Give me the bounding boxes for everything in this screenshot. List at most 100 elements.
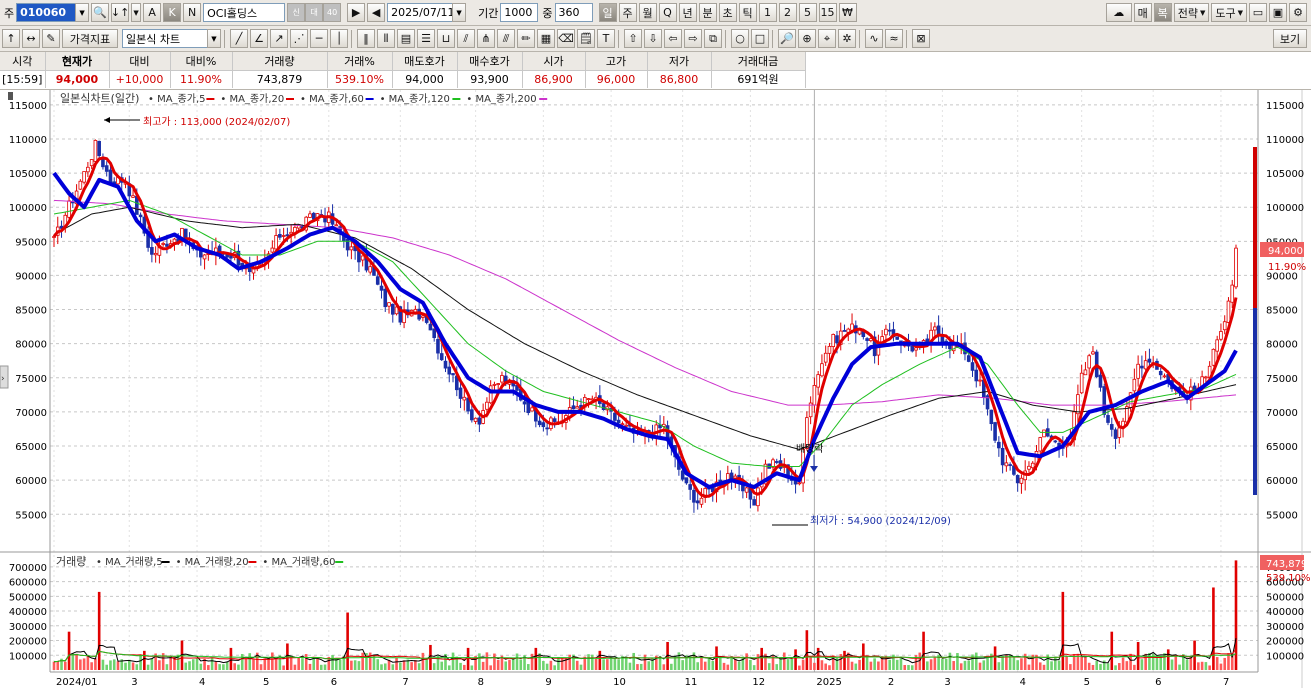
- note-icon: 🗒: [579, 32, 593, 45]
- stock-code-input[interactable]: 010060: [16, 3, 77, 22]
- move-up-button[interactable]: ↑: [2, 29, 20, 48]
- candle-body: [1091, 351, 1095, 355]
- vertical-line-tool[interactable]: │: [330, 29, 348, 48]
- volume-chart-title: 거래량: [56, 555, 86, 568]
- zoom-k-button[interactable]: K: [163, 3, 182, 22]
- tools-button[interactable]: 도구 ▼: [1211, 3, 1247, 22]
- gann-tool[interactable]: ‖: [357, 29, 375, 48]
- next-button[interactable]: ▶: [347, 3, 366, 22]
- date-input[interactable]: 2025/07/11: [387, 3, 455, 22]
- copy-tool[interactable]: ⧉: [704, 29, 722, 48]
- volume-bar: [282, 665, 285, 670]
- interval-15-button[interactable]: 15: [818, 3, 837, 22]
- prev-button[interactable]: ◀: [367, 3, 386, 22]
- strategy-button[interactable]: 전략 ▼: [1173, 3, 1210, 22]
- date-dropdown-button[interactable]: ▼: [452, 3, 467, 22]
- code-dropdown-button[interactable]: ▼: [75, 3, 90, 22]
- period-quarter-button[interactable]: Q: [658, 3, 677, 22]
- candle-body: [1109, 424, 1114, 430]
- x-tick-label: 9: [545, 677, 551, 688]
- period-tick-button[interactable]: 틱: [738, 3, 757, 22]
- volume-bar: [1159, 656, 1163, 670]
- elliott-tool[interactable]: ≈: [885, 29, 903, 48]
- delete-drawings-button[interactable]: ⊠: [912, 29, 930, 48]
- price-index-button[interactable]: 가격지표: [62, 29, 118, 48]
- volume-bar: [624, 656, 628, 670]
- zoom-n-button[interactable]: N: [183, 3, 202, 22]
- crosshair-tool[interactable]: ⌖: [818, 29, 836, 48]
- view-button[interactable]: 보기: [1273, 29, 1307, 48]
- trend-line-tool[interactable]: ╱: [230, 29, 248, 48]
- chart-type-dropdown-button[interactable]: ▼: [207, 29, 221, 48]
- zoom-tool[interactable]: 🔎: [778, 29, 796, 48]
- move-horizontal-button[interactable]: ↔: [22, 29, 40, 48]
- volume-bar: [568, 654, 572, 670]
- folder-button[interactable]: ▭: [1249, 3, 1267, 22]
- legend-entry: • MA_종가,200: [466, 93, 536, 105]
- pencil-tool[interactable]: ✏: [517, 29, 535, 48]
- fan-tool[interactable]: ⋰: [290, 29, 308, 48]
- period-year-button[interactable]: 년: [678, 3, 697, 22]
- palette-tool[interactable]: ▦: [537, 29, 555, 48]
- period-minute-button[interactable]: 분: [698, 3, 717, 22]
- period-second-button[interactable]: 초: [718, 3, 737, 22]
- volume-bar: [112, 659, 116, 670]
- parallel-icon: ⫽: [463, 31, 469, 45]
- period-month-button[interactable]: 월: [638, 3, 657, 22]
- channel-tool[interactable]: ⊔: [437, 29, 455, 48]
- multi-button[interactable]: 복: [1153, 3, 1172, 22]
- circle-tool[interactable]: ○: [731, 29, 749, 48]
- save-button[interactable]: ▣: [1269, 3, 1287, 22]
- eraser-tool[interactable]: ⌫: [557, 29, 575, 48]
- settings-tool[interactable]: ✲: [838, 29, 856, 48]
- zoom-area-tool[interactable]: ⊕: [798, 29, 816, 48]
- ray-tool[interactable]: ↗: [270, 29, 288, 48]
- speed-line-tool[interactable]: ⫻: [497, 29, 515, 48]
- zoom-a-button[interactable]: A: [143, 3, 162, 22]
- pattern-tool[interactable]: ∿: [865, 29, 883, 48]
- volume-bar: [662, 664, 666, 670]
- volume-y-tick-left: 600000: [9, 578, 47, 589]
- note-tool[interactable]: 🗒: [577, 29, 595, 48]
- count-input[interactable]: 360: [554, 3, 593, 22]
- candle-body: [270, 247, 275, 253]
- candle-body: [1083, 369, 1088, 376]
- sort-dropdown-button[interactable]: ▼: [131, 3, 142, 22]
- search-button[interactable]: 🔍: [91, 3, 110, 22]
- candle-body: [865, 338, 869, 341]
- scroll-arrows-icon[interactable]: [8, 92, 13, 100]
- interval-2-button[interactable]: 2: [778, 3, 797, 22]
- rectangle-tool[interactable]: □: [751, 29, 769, 48]
- period-input[interactable]: 1000: [500, 3, 539, 22]
- arrow-right-tool[interactable]: ⇨: [684, 29, 702, 48]
- period-week-button[interactable]: 주: [618, 3, 637, 22]
- cycle-tool[interactable]: ⦀: [377, 29, 395, 48]
- edit-button[interactable]: ✎: [42, 29, 60, 48]
- currency-button[interactable]: ₩: [838, 3, 857, 22]
- candle-body: [443, 360, 448, 369]
- arrow-down-tool[interactable]: ⇩: [644, 29, 662, 48]
- bars-icon: ‖: [363, 32, 369, 45]
- sort-button[interactable]: ↓↑: [111, 3, 129, 22]
- text-tool[interactable]: T: [597, 29, 615, 48]
- grid-tool[interactable]: ▤: [397, 29, 415, 48]
- chart-type-select[interactable]: 일본식 차트: [122, 29, 208, 48]
- parallel-tool[interactable]: ⫽: [457, 29, 475, 48]
- arrow-left-tool[interactable]: ⇦: [664, 29, 682, 48]
- arrow-up-tool[interactable]: ⇧: [624, 29, 642, 48]
- horizontal-line-tool[interactable]: ─: [310, 29, 328, 48]
- period-day-button[interactable]: 일: [598, 3, 617, 22]
- stock-name-field[interactable]: OCI홀딩스: [203, 3, 286, 22]
- buy-sell-button[interactable]: 매: [1133, 3, 1152, 22]
- stock-chart[interactable]: 115000 115000 110000 110000 105000 105000 1000…: [0, 90, 1311, 688]
- cloud-button[interactable]: ☁: [1105, 3, 1132, 22]
- settings-button[interactable]: ⚙: [1289, 3, 1307, 22]
- volume-bar: [71, 653, 75, 670]
- interval-5-button[interactable]: 5: [798, 3, 817, 22]
- volume-bar: [752, 665, 756, 670]
- interval-1-button[interactable]: 1: [758, 3, 777, 22]
- angle-tool[interactable]: ∠: [250, 29, 268, 48]
- volume-y-tick-right: 500000: [1266, 592, 1304, 603]
- fibonacci-tool[interactable]: ☰: [417, 29, 435, 48]
- pitchfork-tool[interactable]: ⋔: [477, 29, 495, 48]
